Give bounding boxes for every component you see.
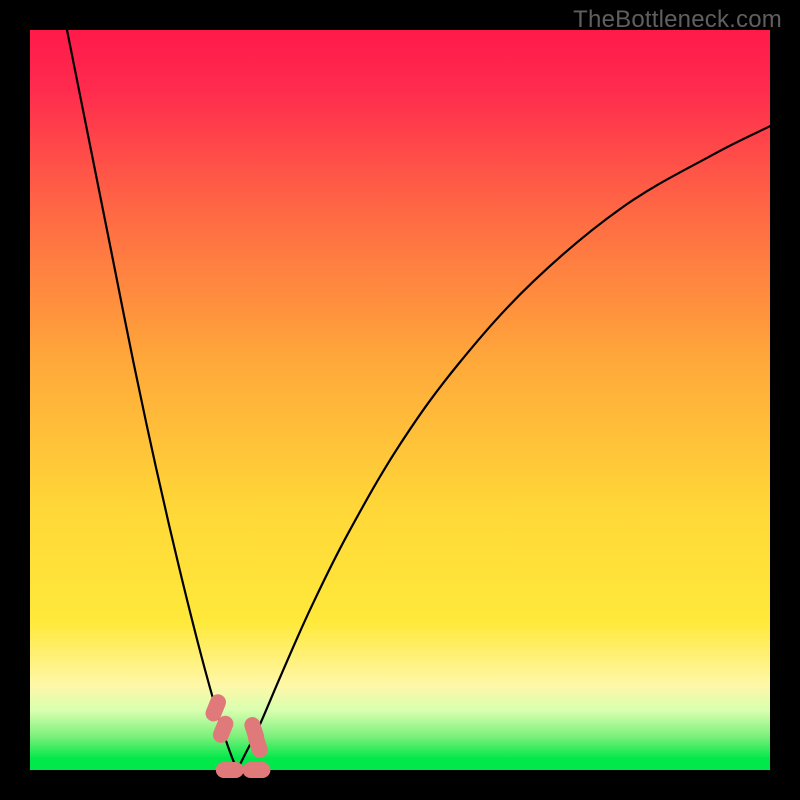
bottleneck-chart <box>0 0 800 800</box>
bottom-right-marker <box>242 762 270 778</box>
bottom-left-marker <box>216 762 244 778</box>
watermark-text: TheBottleneck.com <box>573 6 782 34</box>
